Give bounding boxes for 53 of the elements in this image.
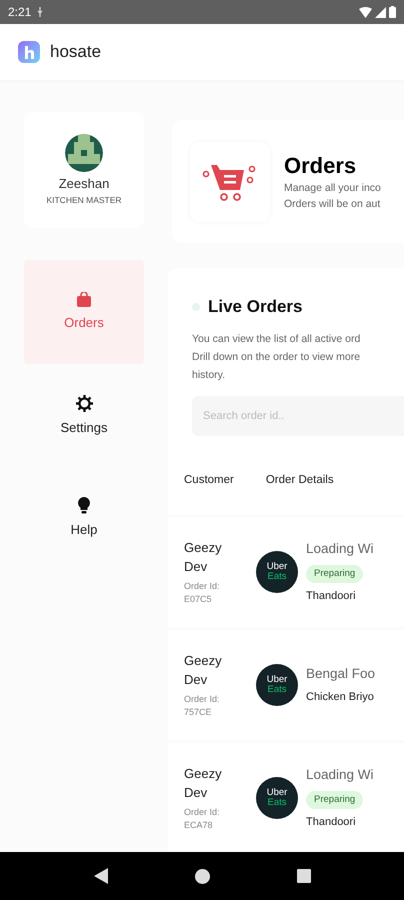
logo-text: Uber <box>266 562 288 572</box>
section-description: history. <box>192 368 226 382</box>
order-item: Chicken Briyo <box>306 690 374 706</box>
back-button[interactable] <box>94 868 108 884</box>
usb-icon <box>37 7 44 17</box>
avatar-icon <box>65 134 103 172</box>
customer-name: Geezy Dev <box>184 764 223 802</box>
restaurant-name: Bengal Foo <box>306 664 376 683</box>
logo-text: Uber <box>266 674 288 685</box>
column-header: Order Details <box>266 472 334 488</box>
wifi-icon <box>359 6 372 18</box>
section-title: Live Orders <box>208 296 302 318</box>
order-id: E07C5 <box>184 592 213 606</box>
logo-text: Uber <box>266 788 288 798</box>
battery-icon <box>389 6 396 18</box>
page-title: Orders <box>284 152 358 180</box>
page-description: Orders will be on aut <box>284 196 381 212</box>
hosate-logo-icon <box>18 41 40 63</box>
order-id-label: Order Id: <box>184 806 221 819</box>
page-description: Manage all your inco <box>284 180 381 196</box>
section-description: You can view the list of all active ord <box>192 332 362 346</box>
section-description: Drill down on the order to view more <box>192 350 362 364</box>
customer-name: Geezy Dev <box>184 652 223 689</box>
logo-text: Eats <box>267 798 286 808</box>
logo-text: Eats <box>267 572 286 582</box>
logo-text: Eats <box>267 684 286 695</box>
home-button[interactable] <box>194 868 210 884</box>
lightbulb-icon <box>78 496 90 514</box>
status-badge: Preparing <box>306 790 364 809</box>
order-id: ECA78 <box>184 818 214 832</box>
nav-item[interactable]: Help <box>24 478 144 558</box>
cart-icon <box>190 142 270 222</box>
order-item: Thandoori <box>306 588 356 604</box>
signal-icon <box>375 6 386 18</box>
nav-item[interactable]: Orders <box>24 260 144 364</box>
column-header: Customer <box>184 472 234 488</box>
status-time: 2:21 <box>8 4 32 21</box>
restaurant-name: Loading Wi <box>306 540 374 558</box>
profile-role: KITCHEN MASTER <box>46 194 122 206</box>
restaurant-name: Loading Wi <box>306 766 374 784</box>
profile-name: Zeeshan <box>58 176 110 192</box>
nav-item[interactable]: Settings <box>24 376 144 456</box>
order-id: 757CE <box>184 706 213 719</box>
status-badge: Preparing <box>306 564 364 583</box>
order-id-label: Order Id: <box>184 692 221 706</box>
order-item: Thandoori <box>306 814 356 830</box>
bag-icon <box>77 292 91 307</box>
search-field[interactable]: Search order id.. <box>192 396 404 436</box>
settings-icon <box>76 394 92 412</box>
order-id-label: Order Id: <box>184 580 221 593</box>
customer-name: Geezy Dev <box>184 538 223 576</box>
recents-button[interactable] <box>296 869 310 883</box>
app-title: hosate <box>50 41 102 64</box>
